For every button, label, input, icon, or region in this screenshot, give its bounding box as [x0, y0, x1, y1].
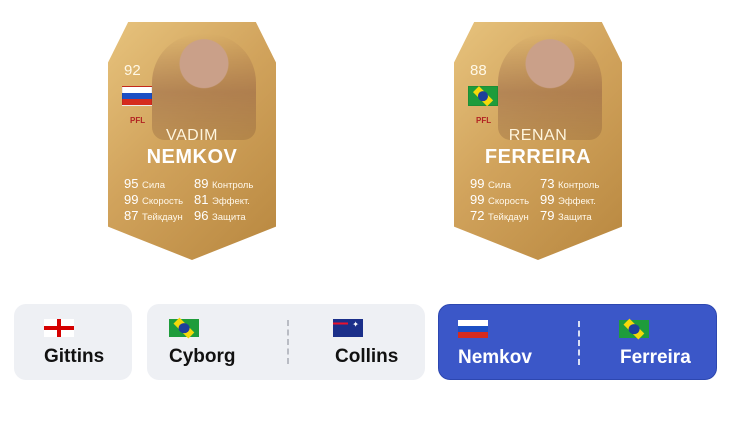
- stat-label: Защита: [558, 212, 592, 223]
- russia-flag-icon: [458, 320, 488, 338]
- stat-label: Контроль: [558, 180, 600, 191]
- stat-label: Скорость: [142, 196, 184, 207]
- australia-flag-icon: [333, 319, 363, 337]
- overall-rating: 92: [124, 62, 141, 79]
- stat-value: 99: [540, 192, 555, 207]
- league-logo-icon: PFL: [476, 116, 492, 125]
- matchup-nemkov-ferreira[interactable]: Nemkov Ferreira: [438, 304, 717, 380]
- fighter-portrait: [152, 34, 256, 140]
- fighter-name: Ferreira: [620, 347, 691, 368]
- stat-label: Тейкдаун: [142, 212, 183, 223]
- fighter-portrait: [498, 34, 602, 140]
- stat-value: 95: [124, 176, 139, 191]
- brazil-flag-icon: [169, 319, 199, 337]
- stat-label: Сила: [488, 180, 511, 191]
- stats-grid: 99 Сила 73 Контроль 99 Скорость 99 Эффек…: [470, 176, 620, 223]
- fighter-name: Gittins: [44, 346, 105, 367]
- stat-label: Эффект.: [212, 196, 250, 207]
- stat-value: 73: [540, 176, 555, 191]
- first-name: RENAN: [508, 127, 568, 144]
- stat-value: 89: [194, 176, 209, 191]
- stat-label: Сила: [142, 180, 165, 191]
- fighter-card-ferreira[interactable]: 88 PFL RENAN FERREIRA 99 Сила 73 Контрол…: [454, 22, 622, 260]
- brazil-flag-icon: [468, 86, 498, 106]
- stat-value: 81: [194, 192, 209, 207]
- brazil-flag-icon: [619, 320, 649, 338]
- russia-flag-icon: [122, 86, 152, 106]
- first-name: VADIM: [166, 127, 218, 144]
- stat-label: Скорость: [488, 196, 530, 207]
- fighter-name: Collins: [335, 346, 399, 367]
- stat-value: 96: [194, 208, 209, 223]
- stats-grid: 95 Сила 89 Контроль 99 Скорость 81 Эффек…: [124, 176, 274, 223]
- fighter-card-nemkov[interactable]: 92 PFL VADIM NEMKOV 95 Сила 89 Контроль …: [108, 22, 276, 260]
- stat-value: 99: [470, 176, 485, 191]
- stat-value: 99: [124, 192, 139, 207]
- matchup-gittins[interactable]: Gittins: [14, 304, 132, 380]
- fighter-name: Nemkov: [458, 347, 532, 368]
- stat-label: Защита: [212, 212, 246, 223]
- vs-divider: [287, 320, 289, 364]
- fighter-name: Cyborg: [169, 346, 236, 367]
- stat-value: 87: [124, 208, 139, 223]
- stat-value: 72: [470, 208, 485, 223]
- overall-rating: 88: [470, 62, 487, 79]
- matchup-cyborg-collins[interactable]: Cyborg Collins: [147, 304, 425, 380]
- stat-label: Тейкдаун: [488, 212, 529, 223]
- league-logo-icon: PFL: [130, 116, 146, 125]
- last-name: FERREIRA: [484, 146, 592, 168]
- last-name: NEMKOV: [146, 146, 238, 168]
- stat-value: 99: [470, 192, 485, 207]
- stat-label: Эффект.: [558, 196, 596, 207]
- vs-divider: [578, 321, 580, 365]
- stat-value: 79: [540, 208, 555, 223]
- england-flag-icon: [44, 319, 74, 337]
- stat-label: Контроль: [212, 180, 254, 191]
